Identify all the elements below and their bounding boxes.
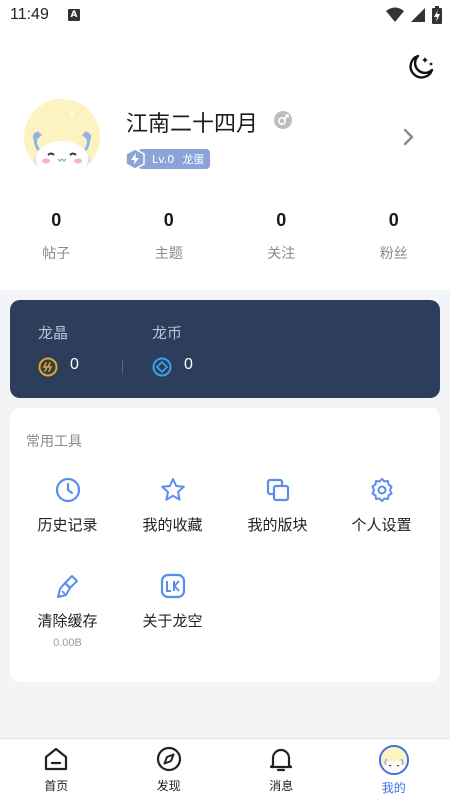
tab-label: 消息 — [225, 777, 338, 794]
moon-icon — [406, 52, 436, 82]
stat-value: 0 — [113, 210, 226, 231]
stat-topics[interactable]: 0 主题 — [113, 210, 226, 263]
stat-value: 0 — [0, 210, 113, 231]
wallet-card[interactable]: 龙晶 龙币 0 0 — [10, 300, 440, 398]
tool-history[interactable]: 历史记录 — [14, 476, 121, 535]
profile-header: 11:49 A 江南二十四月 — [0, 0, 450, 290]
status-icons — [386, 6, 442, 24]
cache-size: 0.00B — [14, 637, 121, 649]
coin-icon — [152, 357, 172, 377]
night-mode-button[interactable] — [406, 52, 436, 82]
crystal-icon — [38, 357, 58, 377]
tab-avatar — [379, 745, 409, 775]
stat-value: 0 — [225, 210, 338, 231]
tool-label: 我的收藏 — [119, 514, 226, 535]
tool-label: 个人设置 — [328, 514, 435, 535]
avatar[interactable] — [24, 99, 100, 175]
tab-discover[interactable]: 发现 — [113, 739, 226, 801]
tool-label: 我的版块 — [224, 514, 331, 535]
tab-home[interactable]: 首页 — [0, 739, 113, 801]
tools-card: 常用工具 历史记录 我的收藏 我的版块 个人设置 清除缓 — [10, 408, 440, 682]
tool-clear-cache[interactable]: 清除缓存 0.00B — [14, 572, 121, 649]
stat-following[interactable]: 0 关注 — [225, 210, 338, 263]
stat-value: 0 — [338, 210, 450, 231]
tab-messages[interactable]: 消息 — [225, 739, 338, 801]
gear-icon — [368, 476, 396, 504]
status-bar: 11:49 A — [0, 0, 450, 32]
divider — [122, 360, 123, 374]
stat-label: 关注 — [225, 243, 338, 263]
tool-label: 清除缓存 — [14, 610, 121, 631]
stat-label: 粉丝 — [338, 243, 450, 263]
level-text: Lv.0 — [152, 153, 174, 166]
cellular-icon — [410, 7, 426, 23]
tool-about[interactable]: 关于龙空 — [119, 572, 226, 631]
tab-label: 首页 — [0, 777, 113, 794]
chevron-right-icon[interactable] — [402, 127, 416, 147]
home-icon — [42, 745, 70, 773]
lightning-icon — [124, 148, 146, 170]
tab-label: 我的 — [338, 779, 450, 796]
username: 江南二十四月 — [126, 106, 258, 138]
tool-label: 历史记录 — [14, 514, 121, 535]
status-time: 11:49 — [10, 6, 49, 24]
wifi-icon — [386, 7, 404, 23]
level-title: 龙蛋 — [182, 151, 204, 167]
tab-label: 发现 — [113, 777, 226, 794]
stat-posts[interactable]: 0 帖子 — [0, 210, 113, 263]
star-icon — [159, 476, 187, 504]
clock-icon — [54, 476, 82, 504]
lk-logo-icon — [159, 572, 187, 600]
stat-followers[interactable]: 0 粉丝 — [338, 210, 450, 263]
stats-row: 0 帖子 0 主题 0 关注 0 粉丝 — [0, 210, 450, 263]
bottom-tab-bar: 首页 发现 消息 我的 — [0, 738, 450, 801]
broom-icon — [54, 572, 82, 600]
battery-icon — [432, 6, 442, 24]
stat-label: 主题 — [113, 243, 226, 263]
notification-icon: A — [68, 9, 80, 21]
coin-value: 0 — [184, 356, 193, 374]
bell-icon — [267, 745, 295, 773]
gender-icon — [274, 111, 292, 129]
level-badge: Lv.0 龙蛋 — [124, 148, 210, 170]
tab-mine[interactable]: 我的 — [338, 739, 450, 801]
compass-icon — [155, 745, 183, 773]
crystal-label: 龙晶 — [38, 322, 68, 343]
tools-title: 常用工具 — [26, 431, 82, 451]
tool-label: 关于龙空 — [119, 610, 226, 631]
crystal-value: 0 — [70, 356, 79, 374]
coin-label: 龙币 — [152, 322, 182, 343]
tool-settings[interactable]: 个人设置 — [328, 476, 435, 535]
tool-my-boards[interactable]: 我的版块 — [224, 476, 331, 535]
tool-favorites[interactable]: 我的收藏 — [119, 476, 226, 535]
stat-label: 帖子 — [0, 243, 113, 263]
copy-icon — [264, 476, 292, 504]
